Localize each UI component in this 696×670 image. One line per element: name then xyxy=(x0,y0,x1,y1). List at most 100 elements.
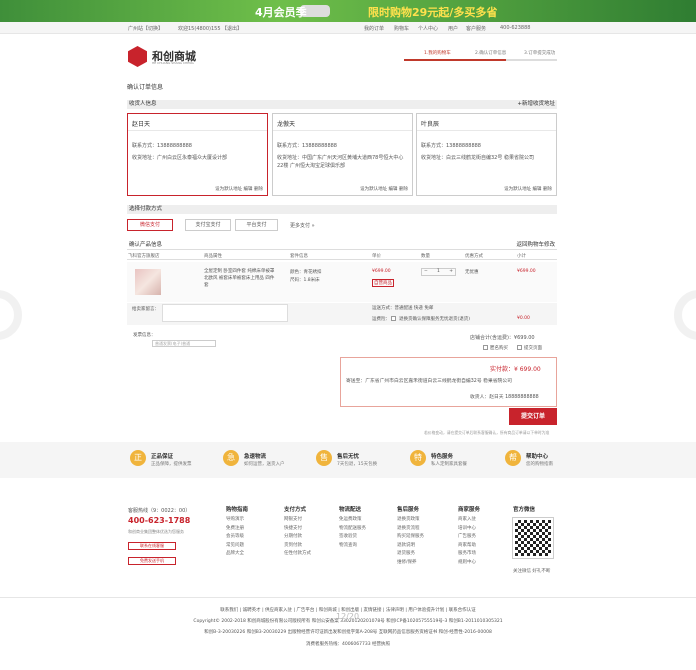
gift-checkbox[interactable] xyxy=(517,345,522,350)
add-address-link[interactable]: +新增收货地址 xyxy=(517,100,555,109)
footer-column: 物流配送免运费政策 物流配送服务 签收验货 物流查询 xyxy=(339,505,366,550)
invoice-select[interactable]: 普通发票(电子)普通 xyxy=(152,340,216,347)
footer-link[interactable]: 退换货流程 xyxy=(397,525,424,534)
feature-desc: 正品保障，提供发票 xyxy=(151,462,192,467)
welcome-user: 欢迎15(4800)155 xyxy=(178,26,221,32)
thumb-icon: 售 xyxy=(316,450,332,466)
more-payment-link[interactable]: 更多支付 » xyxy=(290,222,315,229)
footer-divider xyxy=(0,597,696,598)
address-card[interactable]: 叶良辰 联系方式：13888888888 收货地址：白云三线鹤龙街自编32号 稳… xyxy=(416,113,557,196)
personal-center-link[interactable]: 个人中心 xyxy=(418,25,438,32)
insurance-price: ¥0.00 xyxy=(517,316,530,321)
service-phone: 400-623-1788 xyxy=(128,516,191,525)
footer-link[interactable]: 商家入驻 xyxy=(458,516,480,525)
address-card[interactable]: 龙傲天 联系方式：13888888888 收货地址：中国广东广州天河区黄埔大道西… xyxy=(272,113,413,196)
footer-link[interactable]: 导购演示 xyxy=(226,516,248,525)
logout-link[interactable]: 【退出】 xyxy=(222,25,242,32)
truck-icon: 急 xyxy=(223,450,239,466)
footer-link[interactable]: 网银支付 xyxy=(284,516,311,525)
send-to-phone-button[interactable]: 免费发送手机 xyxy=(128,557,176,565)
features-bar xyxy=(0,442,696,478)
product-image[interactable] xyxy=(135,269,161,295)
address-ops[interactable]: 设为默认地址 编辑 删除 xyxy=(360,186,408,192)
service-hours: 客服热线（9：0022：00） xyxy=(128,508,191,514)
quantity-stepper[interactable]: − 1 + xyxy=(421,268,456,276)
feature-title: 售后无忧 xyxy=(337,454,360,460)
footer-link[interactable]: 品牌大全 xyxy=(226,550,248,559)
back-to-cart-link[interactable]: 返回购物车修改 xyxy=(516,241,555,250)
shop-total: 店铺合计(含运费)：¥699.00 xyxy=(470,335,535,341)
footer-link[interactable]: 服务市场 xyxy=(458,550,480,559)
footer-link[interactable]: 会员等级 xyxy=(226,533,248,542)
footer-link[interactable]: 退货服务 xyxy=(397,550,424,559)
feature-desc: 7天包退，15天包换 xyxy=(337,462,378,467)
anon-checkbox[interactable] xyxy=(483,345,488,350)
cart-link[interactable]: 购物车 xyxy=(394,25,409,32)
footer-link[interactable]: 物流查询 xyxy=(339,542,366,551)
shop-name[interactable]: 飞科官方旗舰店 xyxy=(128,253,160,259)
address-ops[interactable]: 设为默认地址 编辑 删除 xyxy=(215,186,263,192)
footer-link[interactable]: 快捷支付 xyxy=(284,525,311,534)
footer-column-title: 官方微信 xyxy=(513,507,536,513)
user-link[interactable]: 用户 xyxy=(448,25,458,32)
footer-link[interactable]: 任性付款方式 xyxy=(284,550,311,559)
location-switch[interactable]: 广州站【切换】 xyxy=(128,25,163,32)
col-header: 小计 xyxy=(517,254,526,259)
price-notice: 若价格变动，请在提交订单后联系客服确认，所有商品订单请以下单时为准 xyxy=(424,430,550,435)
insurance-checkbox[interactable] xyxy=(391,316,396,321)
customer-service-link[interactable]: 客户服务 xyxy=(466,25,486,32)
pay-alipay-button[interactable]: 支付宝支付 xyxy=(185,219,231,231)
feature-title: 急速物流 xyxy=(244,454,267,460)
my-order-link[interactable]: 我的订单 xyxy=(364,25,384,32)
divider xyxy=(273,130,412,131)
footer-link[interactable]: 签收验货 xyxy=(339,533,366,542)
banner-offer: 限时购物29元起/多买多省 xyxy=(368,6,498,19)
footer-column-title: 物流配送 xyxy=(339,507,362,513)
footer-link[interactable]: 关注微信 好礼不断 xyxy=(513,568,550,577)
footer-column-title: 支付方式 xyxy=(284,507,307,513)
footer-link[interactable]: 退款说明 xyxy=(397,542,424,551)
footer-link[interactable]: 维修/保养 xyxy=(397,559,424,568)
promo-banner[interactable]: 4月会员季 限时购物29元起/多买多省 xyxy=(0,0,696,22)
page-indicator: 12/20 xyxy=(336,612,360,621)
footer-link[interactable]: 分期付款 xyxy=(284,533,311,542)
col-header: 套件信息 xyxy=(290,254,308,259)
footer-link[interactable]: 购买延保服务 xyxy=(397,533,424,542)
product-desc[interactable]: 全屋定制 卧室四件套 纯棉床单被罩北欧风 被套床单被套床上用品 四件套 xyxy=(204,268,276,289)
quantity-value[interactable]: 1 xyxy=(437,269,440,274)
footer-link[interactable]: 培训中心 xyxy=(458,525,480,534)
address-text: 收货地址：白云三线鹤龙街自编32号 稳果省院公司 xyxy=(421,155,534,161)
service-sub: 和创商业集团整体优选为您服务 xyxy=(128,529,184,534)
footer-link[interactable]: 货到付款 xyxy=(284,542,311,551)
footer-link[interactable]: 常见问题 xyxy=(226,542,248,551)
logo-icon xyxy=(128,46,147,67)
product-promo: 无优惠 xyxy=(465,270,479,275)
footer-link[interactable]: 免运费政策 xyxy=(339,516,366,525)
address-card[interactable]: 赵日天 联系方式：13888888888 收货地址：广州白云区永泰福众大厦设计部… xyxy=(127,113,268,196)
footer-link[interactable]: 商家帮助 xyxy=(458,542,480,551)
divider xyxy=(417,130,556,131)
feature-title: 帮助中心 xyxy=(526,454,549,460)
footer-link[interactable]: 物流配送服务 xyxy=(339,525,366,534)
minus-icon[interactable]: − xyxy=(424,269,428,274)
plus-icon[interactable]: + xyxy=(449,269,453,274)
address-ops[interactable]: 设为默认地址 编辑 删除 xyxy=(504,186,552,192)
online-service-button[interactable]: 联系在线客服 xyxy=(128,542,176,550)
footer-link[interactable]: 广告服务 xyxy=(458,533,480,542)
submit-order-button[interactable]: 提交订单 xyxy=(509,408,557,425)
divider xyxy=(128,130,267,131)
order-steps: 1.我的购物车 2.确认订单信息 3.订单提交成功 xyxy=(404,48,557,64)
top-bar: 广州站【切换】 欢迎15(4800)155 【退出】 我的订单 购物车 个人中心… xyxy=(0,22,696,34)
footer-link[interactable]: 免费注册 xyxy=(226,525,248,534)
step-progress-rest xyxy=(506,59,557,61)
product-table-header xyxy=(127,252,557,260)
footer-link[interactable]: 规则中心 xyxy=(458,559,480,568)
pay-platform-button[interactable]: 平台支付 xyxy=(235,219,278,231)
pay-wechat-button[interactable]: 微信支付 xyxy=(127,219,173,231)
footer-link[interactable]: 退换货政策 xyxy=(397,516,424,525)
address-phone: 联系方式：13888888888 xyxy=(277,143,337,149)
payment-header: 选择付款方式 xyxy=(127,205,557,214)
help-icon: 帮 xyxy=(505,450,521,466)
shipping-method[interactable]: 运送方式：普通配送 快递 免邮 xyxy=(372,305,433,311)
seller-note-input[interactable] xyxy=(162,304,288,322)
